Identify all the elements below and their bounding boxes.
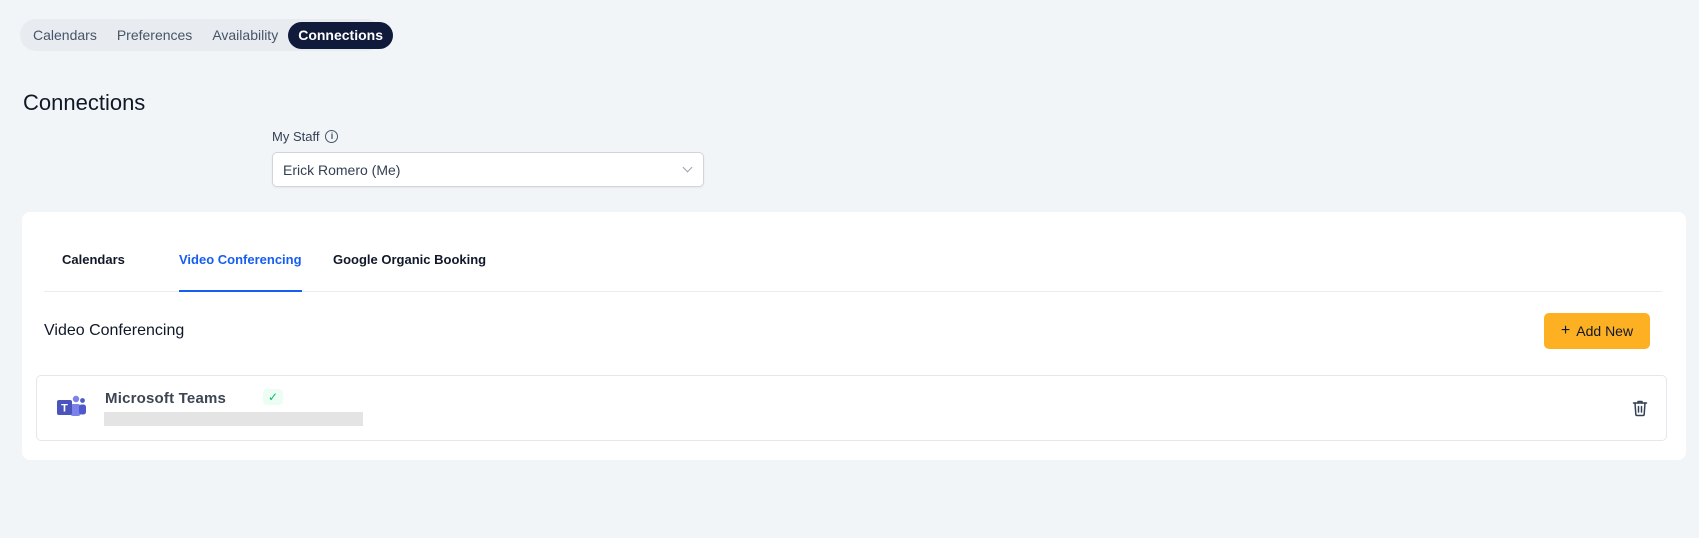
connections-card: Calendars Video Conferencing Google Orga… — [22, 212, 1686, 460]
chevron-down-icon — [682, 162, 693, 173]
connection-row: T Microsoft Teams ✓ — [36, 375, 1667, 441]
add-new-label: Add New — [1576, 323, 1634, 339]
redacted-account — [104, 412, 363, 426]
page-title: Connections — [23, 90, 146, 115]
staff-label: My Staff i — [272, 129, 339, 144]
top-nav: Calendars Preferences Availability Conne… — [20, 19, 393, 51]
tab-calendars[interactable]: Calendars — [62, 252, 125, 292]
top-nav-connections[interactable]: Connections — [288, 21, 393, 49]
svg-text:T: T — [61, 403, 68, 415]
plus-icon: + — [1560, 322, 1571, 339]
tab-google-organic-booking[interactable]: Google Organic Booking — [333, 252, 486, 292]
microsoft-teams-icon: T — [57, 395, 86, 416]
top-nav-availability[interactable]: Availability — [202, 22, 288, 49]
trash-icon[interactable] — [1630, 398, 1650, 418]
top-nav-calendars[interactable]: Calendars — [23, 22, 107, 49]
tab-video-conferencing[interactable]: Video Conferencing — [179, 252, 302, 292]
top-nav-preferences[interactable]: Preferences — [107, 22, 202, 49]
info-icon[interactable]: i — [325, 130, 339, 143]
staff-label-text: My Staff — [272, 129, 320, 144]
check-icon: ✓ — [263, 389, 283, 405]
staff-select-value: Erick Romero (Me) — [283, 161, 401, 178]
connection-name: Microsoft Teams — [105, 390, 227, 407]
add-new-button[interactable]: + Add New — [1544, 313, 1650, 349]
section-title: Video Conferencing — [44, 322, 185, 339]
tab-bar: Calendars Video Conferencing Google Orga… — [44, 212, 1662, 292]
staff-select[interactable]: Erick Romero (Me) — [272, 152, 704, 187]
